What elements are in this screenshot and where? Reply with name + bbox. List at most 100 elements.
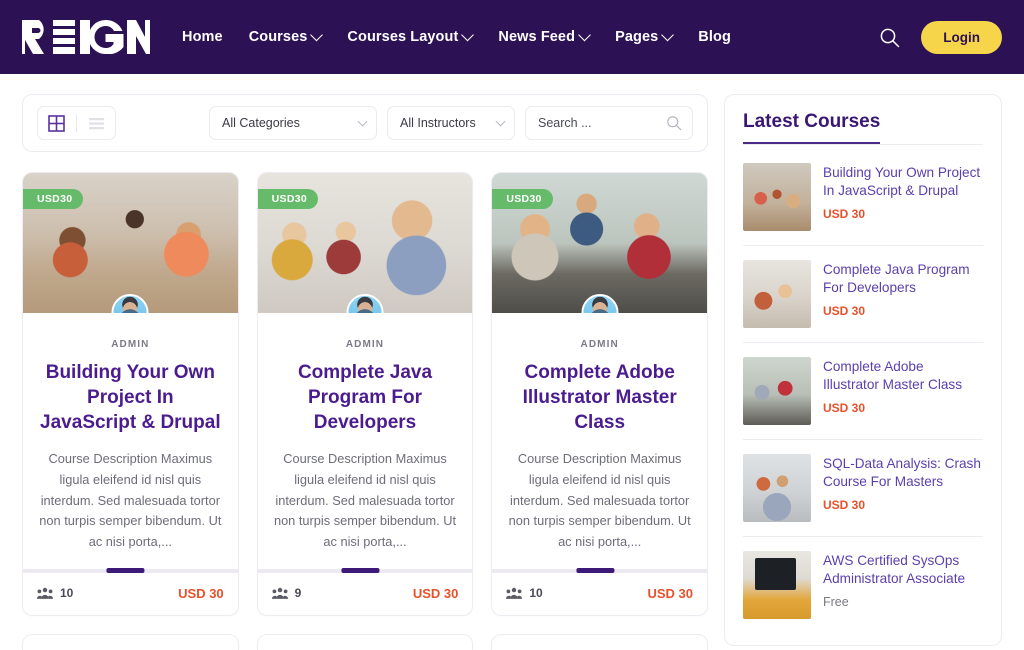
avatar-image xyxy=(113,296,147,313)
list-item[interactable]: AWS Certified SysOps Administrator Assoc… xyxy=(743,537,983,625)
grid-glyph xyxy=(48,114,65,132)
chevron-down-icon xyxy=(357,116,368,126)
course-card[interactable]: USD30 ADMIN Building Your Own Project In… xyxy=(22,172,239,616)
list-item-text: Complete Adobe Illustrator Master Class … xyxy=(823,357,983,425)
course-progress-fill xyxy=(576,567,615,573)
course-price: Free xyxy=(823,595,849,610)
instructors-select[interactable]: All Instructors xyxy=(387,106,515,140)
course-thumbnail[interactable] xyxy=(743,163,811,231)
course-card[interactable] xyxy=(256,633,474,650)
nav-label: News Feed xyxy=(498,29,576,45)
students-icon xyxy=(37,587,53,599)
course-card-body: ADMIN Complete Adobe Illustrator Master … xyxy=(492,313,707,553)
widget-title: Latest Courses xyxy=(743,111,881,144)
course-price: USD 30 xyxy=(647,585,694,601)
list-view-icon[interactable] xyxy=(85,115,108,132)
nav-item-courses[interactable]: Courses xyxy=(248,28,324,45)
list-item[interactable]: Complete Adobe Illustrator Master Class … xyxy=(743,343,983,440)
course-search-box xyxy=(525,106,693,140)
students-icon xyxy=(271,587,288,599)
chevron-down-icon xyxy=(461,28,475,41)
list-item-text: AWS Certified SysOps Administrator Assoc… xyxy=(823,551,983,619)
course-title[interactable]: Complete Adobe Illustrator Master Class xyxy=(506,360,693,435)
student-count: 10 xyxy=(37,586,73,600)
categories-value: All Categories xyxy=(222,116,300,130)
chevron-down-icon xyxy=(578,28,591,41)
latest-courses-widget: Latest Courses Building Your Own Project… xyxy=(724,94,1002,646)
course-thumbnail[interactable] xyxy=(743,454,811,522)
course-thumbnail[interactable]: USD30 xyxy=(257,173,473,313)
grid-view-icon[interactable] xyxy=(45,114,68,132)
nav-label: Home xyxy=(182,29,223,45)
course-image xyxy=(743,454,811,522)
course-price: USD 30 xyxy=(823,498,866,513)
course-thumbnail[interactable] xyxy=(743,551,811,619)
course-price: USD 30 xyxy=(823,304,866,319)
course-title[interactable]: Complete Adobe Illustrator Master Class xyxy=(823,358,983,394)
list-item-text: Complete Java Program For Developers USD… xyxy=(823,260,983,328)
course-price: USD 30 xyxy=(823,207,866,222)
course-thumbnail[interactable]: USD30 xyxy=(23,173,238,313)
list-item-text: SQL-Data Analysis: Crash Course For Mast… xyxy=(823,454,983,522)
avatar[interactable] xyxy=(111,294,149,313)
course-progress-fill xyxy=(106,567,145,573)
course-title[interactable]: Building Your Own Project In JavaScript … xyxy=(823,164,983,200)
course-title[interactable]: SQL-Data Analysis: Crash Course For Mast… xyxy=(823,455,983,491)
search-icon[interactable] xyxy=(877,25,901,49)
course-price: USD 30 xyxy=(178,585,224,601)
nav-item-pages[interactable]: Pages xyxy=(615,28,675,45)
list-item[interactable]: Building Your Own Project In JavaScript … xyxy=(743,149,983,246)
course-author: ADMIN xyxy=(580,339,619,350)
student-count: 10 xyxy=(506,586,543,601)
nav-label: Blog xyxy=(698,29,731,45)
categories-select[interactable]: All Categories xyxy=(209,106,377,140)
search-input[interactable] xyxy=(538,116,656,130)
course-thumbnail[interactable] xyxy=(743,260,811,328)
course-progress-bar xyxy=(492,567,708,573)
course-title[interactable]: AWS Certified SysOps Administrator Assoc… xyxy=(823,552,983,588)
list-item[interactable]: SQL-Data Analysis: Crash Course For Mast… xyxy=(743,440,983,537)
course-card[interactable]: USD30 ADMIN Complete Adobe Illustrator M… xyxy=(491,172,709,616)
avatar[interactable] xyxy=(581,294,619,313)
reign-logo-icon xyxy=(22,20,150,54)
students-icon xyxy=(506,587,523,599)
course-thumbnail[interactable] xyxy=(743,357,811,425)
search-glyph xyxy=(880,28,899,47)
filter-controls: All Categories All Instructors xyxy=(209,106,693,140)
course-grid: USD30 ADMIN Building Your Own Project In… xyxy=(22,172,709,616)
course-filter-bar: All Categories All Instructors xyxy=(22,94,708,152)
course-title[interactable]: Complete Java Program For Developers xyxy=(823,261,983,297)
course-card[interactable]: USD30 ADMIN Complete Java Program For De… xyxy=(256,172,474,616)
student-count-value: 10 xyxy=(529,586,543,601)
course-card[interactable] xyxy=(22,633,239,650)
course-card-footer: 10 USD 30 xyxy=(23,573,238,615)
nav-item-home[interactable]: Home xyxy=(182,29,223,45)
chevron-down-icon xyxy=(495,116,506,126)
list-item-text: Building Your Own Project In JavaScript … xyxy=(823,163,983,231)
nav-item-blog[interactable]: Blog xyxy=(698,29,731,45)
toggle-divider xyxy=(76,114,77,132)
avatar-image xyxy=(583,296,617,313)
price-badge: USD30 xyxy=(257,189,319,209)
nav-item-news-feed[interactable]: News Feed xyxy=(498,28,591,45)
avatar[interactable] xyxy=(346,294,384,313)
login-button[interactable]: Login xyxy=(921,20,1002,54)
nav-item-courses-layout[interactable]: Courses Layout xyxy=(347,28,475,45)
list-item[interactable]: Complete Java Program For Developers USD… xyxy=(743,246,983,343)
course-progress-fill xyxy=(341,567,380,573)
course-title[interactable]: Complete Java Program For Developers xyxy=(272,360,459,435)
course-card[interactable] xyxy=(491,633,709,650)
search-icon[interactable] xyxy=(666,115,682,131)
course-progress-bar xyxy=(257,567,473,573)
nav-label: Courses xyxy=(248,29,308,45)
course-description: Course Description Maximus ligula eleife… xyxy=(273,451,457,550)
site-logo[interactable] xyxy=(22,17,150,57)
course-price: USD 30 xyxy=(412,585,459,601)
course-description: Course Description Maximus ligula eleife… xyxy=(508,451,691,550)
widget-heading-wrap: Latest Courses xyxy=(743,111,983,144)
course-thumbnail[interactable]: USD30 xyxy=(492,173,708,313)
course-author: ADMIN xyxy=(345,339,385,350)
widget-divider xyxy=(743,144,983,145)
course-card-body: ADMIN Complete Java Program For Develope… xyxy=(258,313,473,553)
course-title[interactable]: Building Your Own Project In JavaScript … xyxy=(37,360,224,435)
